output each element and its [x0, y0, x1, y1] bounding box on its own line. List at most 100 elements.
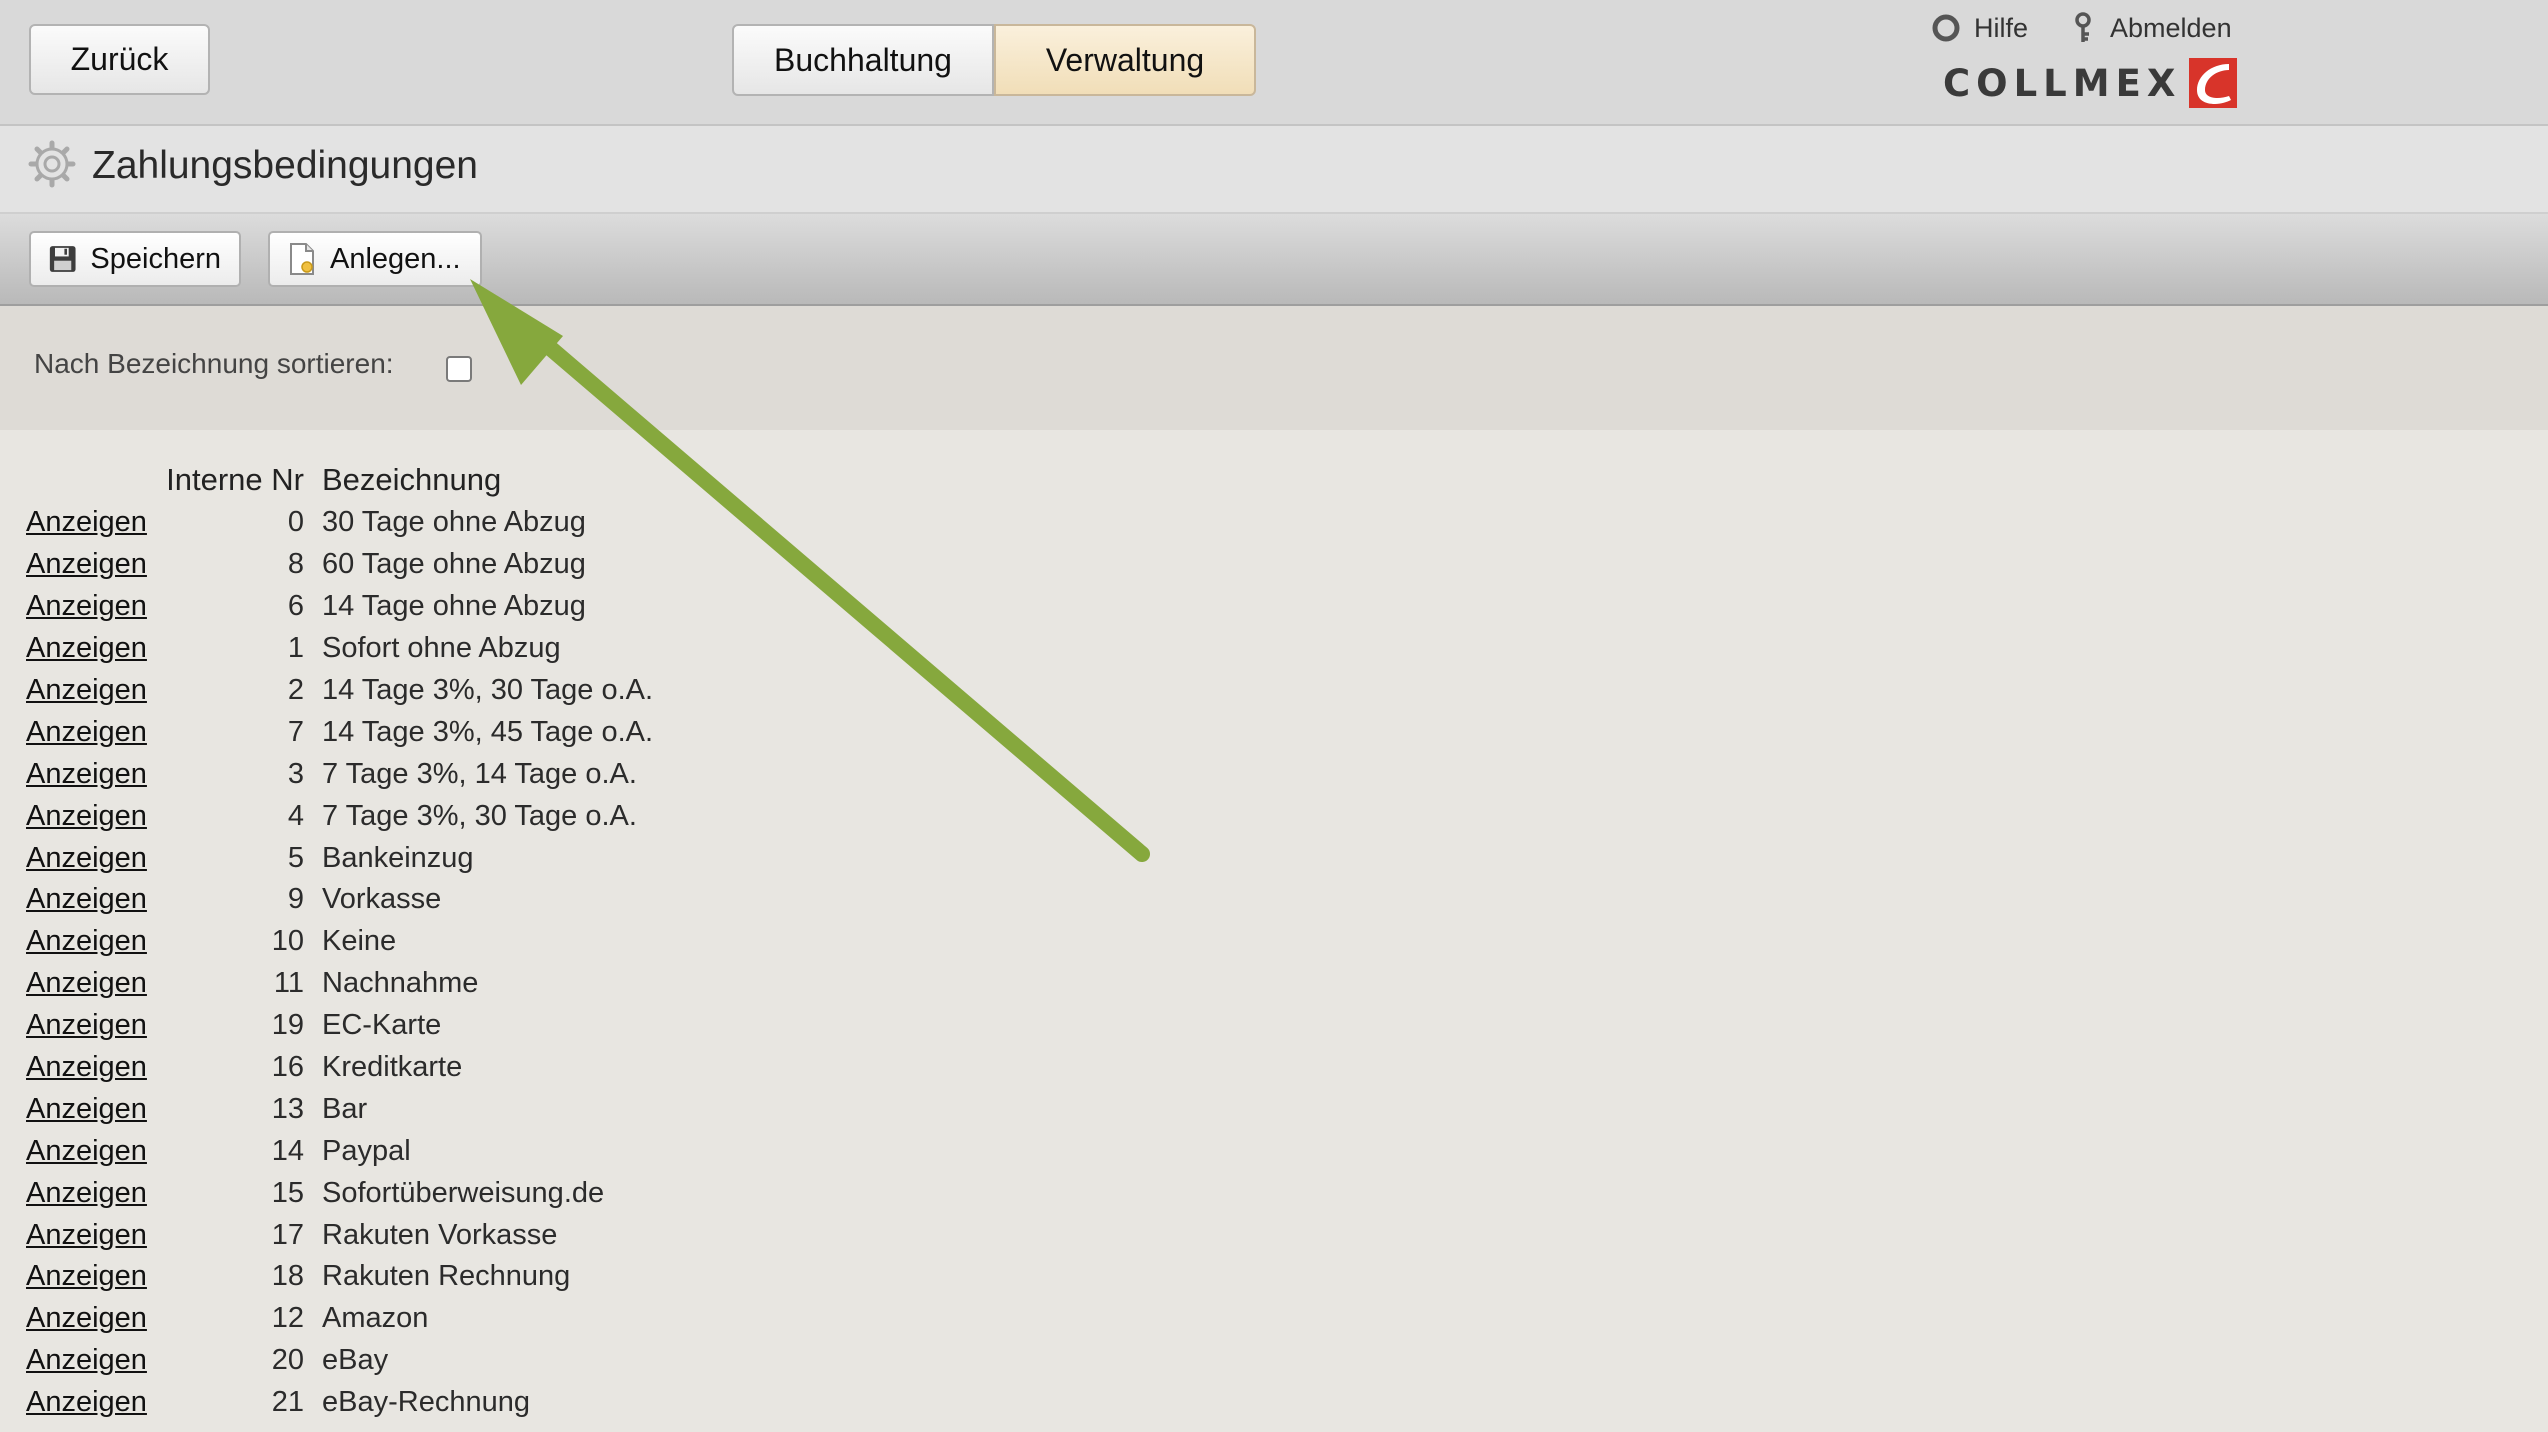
row-action-cell: Anzeigen [26, 1382, 154, 1424]
description-cell: Rakuten Rechnung [322, 1260, 571, 1293]
logout-link[interactable]: Abmelden [2074, 8, 2232, 48]
row-action-cell: Anzeigen [26, 711, 154, 753]
internal-nr-cell: 4 [287, 799, 304, 832]
help-lifebuoy-icon [1932, 14, 1960, 42]
payment-terms-table: Interne Nr Bezeichnung Anzeigen 0 30 Tage … [26, 458, 922, 1424]
description-cell: Bankeinzug [322, 841, 474, 874]
table-row: Anzeigen 9 Vorkasse [26, 879, 922, 921]
row-action-cell: Anzeigen [26, 795, 154, 837]
help-link[interactable]: Hilfe [1932, 8, 2028, 48]
table-row: Anzeigen 12 Amazon [26, 1298, 922, 1340]
description-cell: EC-Karte [322, 1009, 442, 1042]
description-cell: 60 Tage ohne Abzug [322, 548, 586, 581]
description-cell: Paypal [322, 1134, 411, 1167]
show-link[interactable]: Anzeigen [26, 1302, 147, 1334]
filter-panel: Nach Bezeichnung sortieren: [0, 306, 2548, 430]
show-link[interactable]: Anzeigen [26, 1219, 147, 1251]
description-cell: Kreditkarte [322, 1051, 463, 1084]
row-action-cell: Anzeigen [26, 1005, 154, 1047]
page-title: Zahlungsbedingungen [92, 144, 479, 187]
save-button[interactable]: Speichern [29, 231, 241, 287]
save-label: Speichern [90, 242, 221, 275]
show-link[interactable]: Anzeigen [26, 1135, 147, 1167]
internal-nr-cell: 6 [287, 590, 304, 623]
table-row: Anzeigen 14 Paypal [26, 1130, 922, 1172]
table-row: Anzeigen 10 Keine [26, 921, 922, 963]
description-cell: eBay [322, 1344, 389, 1377]
show-link[interactable]: Anzeigen [26, 1386, 147, 1418]
floppy-disk-icon [49, 246, 76, 272]
internal-nr-cell: 11 [273, 967, 304, 1000]
show-link[interactable]: Anzeigen [26, 674, 147, 706]
description-cell: 7 Tage 3%, 14 Tage o.A. [322, 757, 637, 790]
show-link[interactable]: Anzeigen [26, 758, 147, 790]
description-cell: Bar [322, 1092, 368, 1125]
show-link[interactable]: Anzeigen [26, 548, 147, 580]
row-action-cell: Anzeigen [26, 1130, 154, 1172]
row-action-cell: Anzeigen [26, 544, 154, 586]
show-link[interactable]: Anzeigen [26, 632, 147, 664]
key-icon [2075, 12, 2091, 42]
row-action-cell: Anzeigen [26, 753, 154, 795]
internal-nr-cell: 18 [271, 1260, 304, 1293]
show-link[interactable]: Anzeigen [26, 925, 147, 957]
internal-nr-cell: 0 [287, 506, 304, 539]
show-link[interactable]: Anzeigen [26, 716, 147, 748]
description-cell: Vorkasse [322, 883, 442, 916]
internal-nr-cell: 9 [287, 883, 304, 916]
show-link[interactable]: Anzeigen [26, 1009, 147, 1041]
show-link[interactable]: Anzeigen [26, 800, 147, 832]
internal-nr-cell: 5 [287, 841, 304, 874]
row-action-cell: Anzeigen [26, 1088, 154, 1130]
sort-by-name-checkbox[interactable] [446, 356, 472, 382]
top-navigation-bar: Zurück Buchhaltung Verwaltung Hilfe Abme… [0, 0, 2548, 126]
create-button[interactable]: Anlegen... [268, 231, 482, 287]
column-header-description: Bezeichnung [322, 462, 502, 497]
tab-verwaltung[interactable]: Verwaltung [994, 24, 1256, 96]
show-link[interactable]: Anzeigen [26, 1093, 147, 1125]
description-cell: Rakuten Vorkasse [322, 1218, 558, 1251]
table-row: Anzeigen 1 Sofort ohne Abzug [26, 628, 922, 670]
show-link[interactable]: Anzeigen [26, 1344, 147, 1376]
internal-nr-cell: 8 [287, 548, 304, 581]
description-cell: 30 Tage ohne Abzug [322, 506, 586, 539]
logout-label: Abmelden [2110, 12, 2232, 43]
tab-buchhaltung[interactable]: Buchhaltung [732, 24, 994, 96]
show-link[interactable]: Anzeigen [26, 1051, 147, 1083]
row-action-cell: Anzeigen [26, 586, 154, 628]
internal-nr-cell: 14 [271, 1134, 304, 1167]
description-cell: eBay-Rechnung [322, 1386, 530, 1419]
internal-nr-cell: 12 [271, 1302, 304, 1335]
internal-nr-cell: 10 [271, 925, 304, 958]
internal-nr-cell: 15 [271, 1176, 304, 1209]
show-link[interactable]: Anzeigen [26, 590, 147, 622]
show-link[interactable]: Anzeigen [26, 967, 147, 999]
description-cell: Sofort ohne Abzug [322, 632, 561, 665]
help-label: Hilfe [1974, 12, 2029, 43]
show-link[interactable]: Anzeigen [26, 842, 147, 874]
show-link[interactable]: Anzeigen [26, 883, 147, 915]
description-cell: Nachnahme [322, 967, 479, 1000]
internal-nr-cell: 1 [287, 632, 304, 665]
table-header-row: Interne Nr Bezeichnung [26, 458, 922, 502]
show-link[interactable]: Anzeigen [26, 1260, 147, 1292]
back-button[interactable]: Zurück [29, 24, 210, 95]
show-link[interactable]: Anzeigen [26, 506, 147, 538]
row-action-cell: Anzeigen [26, 837, 154, 879]
new-document-icon [290, 243, 314, 275]
row-action-cell: Anzeigen [26, 628, 154, 670]
row-action-cell: Anzeigen [26, 1298, 154, 1340]
row-action-cell: Anzeigen [26, 1340, 154, 1382]
table-row: Anzeigen 20 eBay [26, 1340, 922, 1382]
description-cell: 14 Tage 3%, 45 Tage o.A. [322, 715, 654, 748]
internal-nr-cell: 2 [287, 674, 304, 706]
row-action-cell: Anzeigen [26, 1047, 154, 1089]
table-row: Anzeigen 6 14 Tage ohne Abzug [26, 586, 922, 628]
show-link[interactable]: Anzeigen [26, 1177, 147, 1209]
description-cell: Amazon [322, 1302, 429, 1335]
action-toolbar: Speichern Anlegen... [0, 214, 2548, 306]
internal-nr-cell: 3 [287, 757, 304, 790]
row-action-cell: Anzeigen [26, 879, 154, 921]
description-cell: Keine [322, 925, 397, 958]
internal-nr-cell: 20 [271, 1344, 304, 1377]
